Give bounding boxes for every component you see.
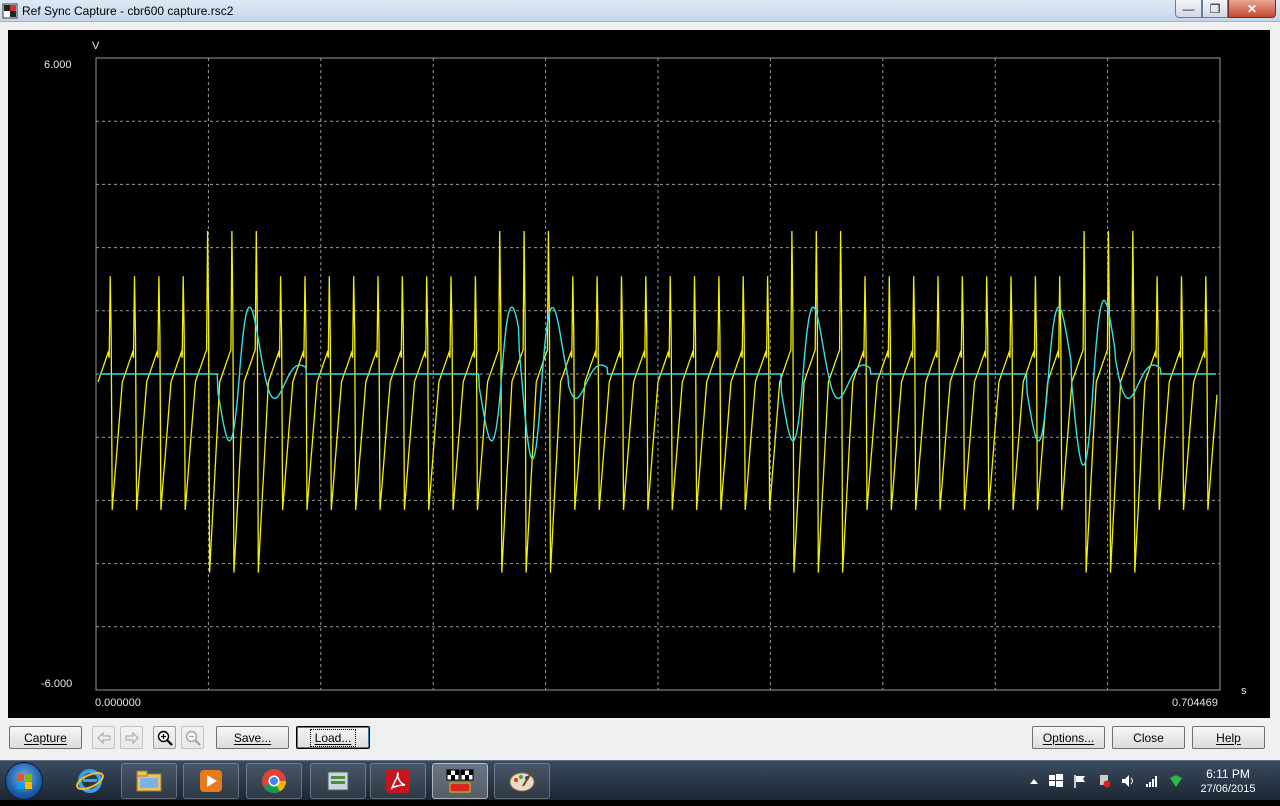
taskbar-file-explorer[interactable] (121, 763, 177, 799)
next-button[interactable] (120, 726, 143, 749)
internet-explorer-icon (76, 769, 104, 793)
clock-time[interactable]: 6:11 PM (1198, 767, 1258, 781)
load-button[interactable]: Load... (296, 726, 370, 749)
zoom-out-button[interactable] (181, 726, 204, 749)
taskbar-ref-sync-capture[interactable] (432, 763, 488, 799)
checkered-flag-icon (446, 769, 474, 793)
button-bar: Capture Save... Load... Options... Close… (0, 720, 1280, 760)
windows-logo-icon (17, 774, 32, 789)
capture-button-label: Capture (24, 730, 67, 745)
paint-palette-icon (509, 769, 535, 792)
options-button[interactable]: Options... (1032, 726, 1105, 749)
taskbar-file-manager[interactable] (310, 763, 366, 799)
volume-icon[interactable] (1120, 773, 1136, 789)
prev-button[interactable] (92, 726, 115, 749)
taskbar: 6:11 PM 27/06/2015 (0, 760, 1280, 800)
show-hidden-icons-icon[interactable] (1026, 773, 1042, 789)
network-signal-icon[interactable] (1144, 773, 1160, 789)
maximize-button[interactable]: ❐ (1202, 0, 1228, 18)
safely-remove-hardware-icon[interactable] (1096, 773, 1112, 789)
y-unit-label: V (92, 40, 100, 52)
action-center-flag-icon[interactable] (1072, 773, 1088, 789)
help-button[interactable]: Help (1192, 726, 1265, 749)
clock-date[interactable]: 27/06/2015 (1192, 783, 1264, 795)
taskbar-adobe-reader[interactable] (370, 763, 426, 799)
minimize-button[interactable]: — (1175, 0, 1202, 18)
window-title: Ref Sync Capture - cbr600 capture.rsc2 (22, 4, 234, 18)
y-max-label: 6.000 (44, 59, 72, 71)
x-min-label: 0.000000 (95, 697, 141, 709)
close-button-label: Close (1133, 730, 1164, 745)
left-arrow-icon (96, 731, 110, 744)
app-icon (2, 3, 18, 19)
y-min-label: -6.000 (41, 678, 73, 690)
x-max-label: 0.704469 (1172, 697, 1218, 709)
right-arrow-icon (125, 731, 139, 744)
adobe-reader-icon (386, 769, 410, 793)
zoom-in-button[interactable] (153, 726, 176, 749)
chrome-icon (262, 769, 286, 794)
x-unit-label: s (1241, 685, 1247, 697)
close-button[interactable]: Close (1112, 726, 1185, 749)
save-button-label: Save... (233, 730, 272, 745)
taskbar-paint[interactable] (494, 763, 550, 799)
file-manager-icon (327, 771, 349, 791)
windows-flag-icon[interactable] (1048, 773, 1064, 789)
capture-button[interactable]: Capture (9, 726, 82, 749)
load-button-label: Load... (309, 728, 357, 747)
help-button-label: Help (1216, 730, 1241, 745)
folder-icon (136, 770, 162, 792)
taskbar-media-player[interactable] (183, 763, 239, 799)
start-button[interactable] (5, 762, 43, 800)
scope-canvas[interactable] (8, 30, 1270, 718)
scope-plot-area[interactable]: V 6.000 -6.000 0.000000 0.704469 s (8, 30, 1270, 718)
title-bar[interactable]: Ref Sync Capture - cbr600 capture.rsc2 —… (0, 0, 1280, 22)
green-shield-icon[interactable] (1168, 773, 1184, 789)
taskbar-chrome[interactable] (246, 763, 302, 799)
zoom-in-icon (157, 730, 173, 746)
zoom-out-icon (185, 730, 201, 746)
window-close-button[interactable]: ✕ (1228, 0, 1276, 18)
app-window: Ref Sync Capture - cbr600 capture.rsc2 —… (0, 0, 1280, 760)
options-button-label: Options... (1042, 730, 1095, 745)
media-player-icon (200, 770, 222, 792)
save-button[interactable]: Save... (216, 726, 289, 749)
taskbar-internet-explorer[interactable] (62, 763, 118, 799)
